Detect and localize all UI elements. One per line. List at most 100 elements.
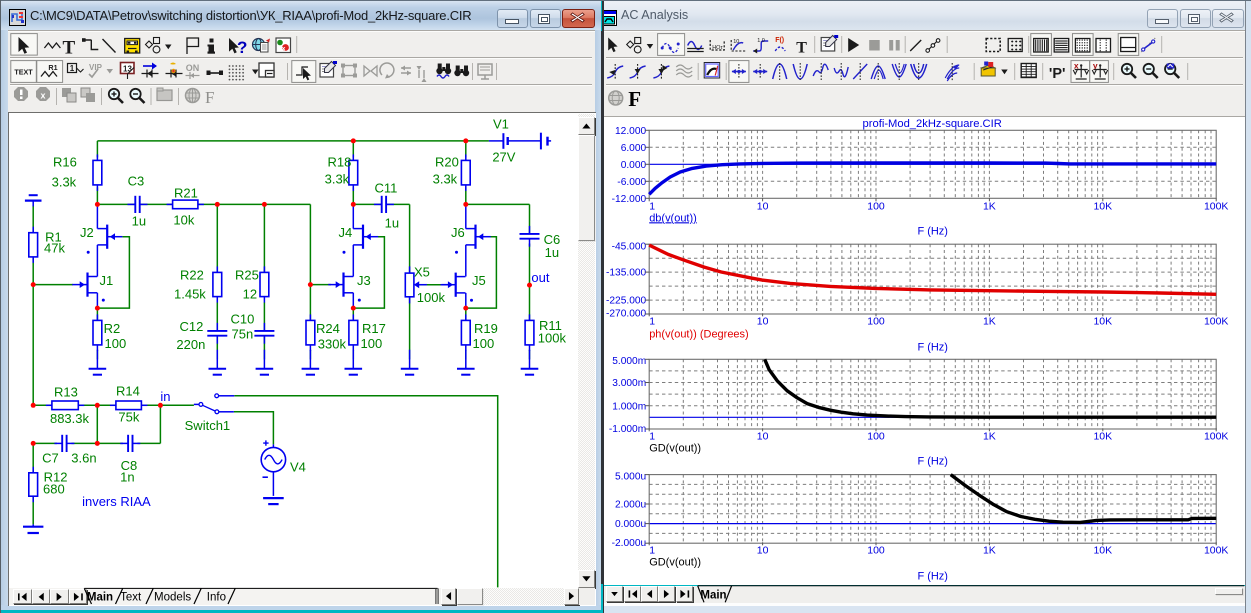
svg-text:47k: 47k: [44, 240, 65, 255]
svg-text:C7: C7: [42, 450, 59, 465]
svg-text:330k: 330k: [318, 336, 347, 351]
svg-text:TEXT: TEXT: [14, 68, 33, 77]
svg-text:10: 10: [757, 316, 769, 327]
svg-text:J4: J4: [339, 224, 353, 239]
svg-text:10k: 10k: [174, 212, 195, 227]
svg-text:1K: 1K: [983, 316, 996, 327]
svg-text:Main: Main: [87, 592, 113, 604]
svg-text:J1: J1: [100, 272, 114, 287]
svg-text:ph(v(out)) (Degrees): ph(v(out)) (Degrees): [649, 328, 749, 340]
svg-text:-6.000: -6.000: [617, 177, 646, 188]
svg-text:12.000: 12.000: [615, 126, 646, 137]
svg-text:F (Hz): F (Hz): [917, 455, 948, 467]
svg-text:?: ?: [237, 38, 247, 57]
svg-text:R2: R2: [104, 320, 121, 335]
svg-text:R17: R17: [362, 320, 386, 335]
svg-text:1: 1: [70, 64, 75, 73]
svg-text:100: 100: [361, 335, 383, 350]
svg-text:3.3k: 3.3k: [325, 171, 350, 186]
svg-text:R19: R19: [474, 320, 498, 335]
svg-text:Models: Models: [154, 592, 191, 604]
svg-text:T: T: [63, 38, 76, 58]
svg-text:10: 10: [733, 39, 739, 45]
svg-text:1: 1: [649, 545, 655, 556]
svg-text:in: in: [160, 388, 170, 403]
svg-text:R22: R22: [180, 267, 204, 282]
svg-text:R18: R18: [328, 154, 352, 169]
svg-text:1u: 1u: [385, 215, 399, 230]
svg-text:R25: R25: [235, 267, 259, 282]
svg-text:R13: R13: [54, 384, 78, 399]
svg-text:V4: V4: [290, 459, 306, 474]
svg-text:27V: 27V: [492, 149, 515, 164]
svg-text:75k: 75k: [119, 409, 140, 424]
svg-text:GD(v(out)): GD(v(out)): [649, 442, 701, 454]
svg-text:out: out: [531, 269, 549, 284]
svg-text:100K: 100K: [1204, 545, 1228, 556]
svg-text:C12: C12: [180, 318, 204, 333]
svg-text:F (Hz): F (Hz): [917, 341, 948, 353]
svg-text:GD(v(out)): GD(v(out)): [649, 556, 701, 568]
svg-text:75n: 75n: [232, 326, 254, 341]
svg-text:F(): F(): [775, 37, 784, 44]
svg-text:R20: R20: [435, 154, 459, 169]
svg-text:100k: 100k: [417, 289, 446, 304]
svg-text:ON: ON: [186, 63, 200, 73]
svg-text:x: x: [282, 46, 286, 53]
svg-text:F: F: [205, 88, 214, 107]
svg-text:0.000: 0.000: [620, 160, 646, 171]
svg-text:db(v(out)): db(v(out)): [649, 212, 697, 224]
svg-text:680: 680: [43, 481, 65, 496]
svg-text:HOτ: HOτ: [712, 45, 723, 51]
svg-text:R24: R24: [316, 320, 340, 335]
svg-text:100k: 100k: [538, 330, 567, 345]
svg-text:5.000m: 5.000m: [612, 356, 646, 367]
svg-text:T: T: [796, 40, 807, 57]
svg-text:1: 1: [649, 316, 655, 327]
svg-text:10K: 10K: [1093, 431, 1112, 442]
svg-text:2.000u: 2.000u: [615, 500, 646, 511]
svg-text:883.3k: 883.3k: [50, 410, 90, 425]
svg-text:Info: Info: [207, 592, 226, 604]
svg-text:J2: J2: [80, 224, 94, 239]
svg-text:profi-Mod_2kHz-square.CIR: profi-Mod_2kHz-square.CIR: [862, 118, 1001, 130]
svg-text:5.000u: 5.000u: [615, 472, 646, 483]
svg-text:12: 12: [243, 286, 257, 301]
svg-text:V1: V1: [493, 116, 509, 131]
svg-text:13: 13: [123, 65, 132, 74]
svg-text:100: 100: [473, 335, 495, 350]
svg-text:10K: 10K: [1093, 316, 1112, 327]
svg-text:Switch1: Switch1: [185, 417, 231, 432]
svg-text:-2.000u: -2.000u: [611, 538, 646, 549]
svg-text:10K: 10K: [1093, 545, 1112, 556]
svg-text:100: 100: [867, 545, 885, 556]
svg-text:6.000: 6.000: [620, 143, 646, 154]
svg-text:10K: 10K: [1093, 201, 1112, 212]
svg-text:J3: J3: [357, 272, 371, 287]
svg-text:R14: R14: [116, 383, 140, 398]
svg-text:1.45k: 1.45k: [174, 286, 206, 301]
svg-text:1u: 1u: [545, 244, 559, 259]
svg-text:3.000m: 3.000m: [612, 378, 646, 389]
svg-text:220n: 220n: [177, 336, 206, 351]
svg-text:-135.000: -135.000: [606, 268, 647, 279]
svg-text:1K: 1K: [983, 431, 996, 442]
svg-text:invers RIAA: invers RIAA: [82, 493, 151, 508]
svg-text:R16: R16: [53, 154, 77, 169]
svg-text:Text: Text: [120, 592, 142, 604]
svg-text:1K: 1K: [983, 201, 996, 212]
svg-text:3.3k: 3.3k: [433, 171, 458, 186]
svg-text:1: 1: [649, 431, 655, 442]
svg-text:-270.000: -270.000: [606, 309, 647, 320]
svg-text:-45.000: -45.000: [611, 242, 646, 253]
svg-text:F (Hz): F (Hz): [917, 225, 948, 237]
svg-text:X5: X5: [414, 264, 430, 279]
svg-text:1.0: 1.0: [757, 38, 765, 44]
svg-text:Main: Main: [700, 589, 726, 601]
svg-text:C11: C11: [375, 180, 398, 195]
svg-text:F: F: [628, 87, 641, 111]
svg-text:C10: C10: [231, 311, 255, 326]
svg-text:C3: C3: [128, 173, 145, 188]
svg-text:1n: 1n: [120, 469, 134, 484]
svg-text:R21: R21: [174, 185, 198, 200]
